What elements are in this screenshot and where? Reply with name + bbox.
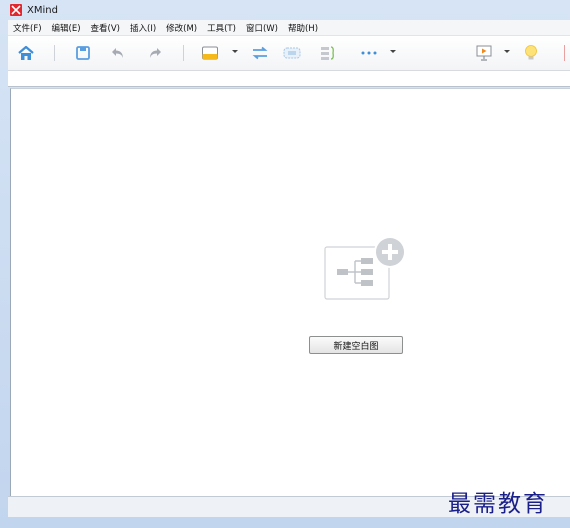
menu-tools[interactable]: 工具(T) [202, 22, 241, 34]
menu-bar: 文件(F) 编辑(E) 查看(V) 插入(I) 修改(M) 工具(T) 窗口(W… [8, 20, 570, 36]
menu-file[interactable]: 文件(F) [8, 22, 47, 34]
idea-icon[interactable] [521, 43, 541, 63]
presentation-icon[interactable] [474, 43, 494, 63]
save-icon[interactable] [73, 43, 93, 63]
watermark-text: 最需教育 [448, 491, 548, 517]
more-icon[interactable] [359, 43, 379, 63]
toolbar [8, 36, 570, 71]
presentation-dropdown-arrow-icon[interactable] [504, 50, 510, 53]
app-window: XMind 文件(F) 编辑(E) 查看(V) 插入(I) 修改(M) 工具(T… [0, 0, 570, 528]
more-dropdown-arrow-icon[interactable] [390, 50, 396, 53]
toolbar-separator [183, 45, 184, 61]
editor-area[interactable]: 新建空白图 [10, 88, 570, 496]
editor-tab-strip [8, 71, 570, 87]
menu-help[interactable]: 帮助(H) [283, 22, 323, 34]
xmind-logo-icon [10, 4, 22, 16]
summary-icon[interactable] [318, 43, 338, 63]
topic-icon[interactable] [200, 43, 220, 63]
window-title: XMind [27, 4, 58, 16]
title-bar: XMind [0, 0, 570, 20]
menu-edit[interactable]: 编辑(E) [47, 22, 86, 34]
menu-view[interactable]: 查看(V) [86, 22, 125, 34]
toolbar-edge-icon [564, 45, 565, 61]
toolbar-separator [54, 45, 55, 61]
new-mindmap-illustration-icon[interactable] [322, 234, 422, 304]
redo-icon[interactable] [145, 43, 165, 63]
topic-dropdown-arrow-icon[interactable] [232, 50, 238, 53]
relationship-icon[interactable] [250, 43, 270, 63]
boundary-icon[interactable] [282, 43, 302, 63]
menu-window[interactable]: 窗口(W) [241, 22, 283, 34]
menu-insert[interactable]: 插入(I) [125, 22, 161, 34]
home-icon[interactable] [16, 43, 36, 63]
new-blank-map-button[interactable]: 新建空白图 [309, 336, 403, 354]
undo-icon[interactable] [108, 43, 128, 63]
menu-modify[interactable]: 修改(M) [161, 22, 202, 34]
